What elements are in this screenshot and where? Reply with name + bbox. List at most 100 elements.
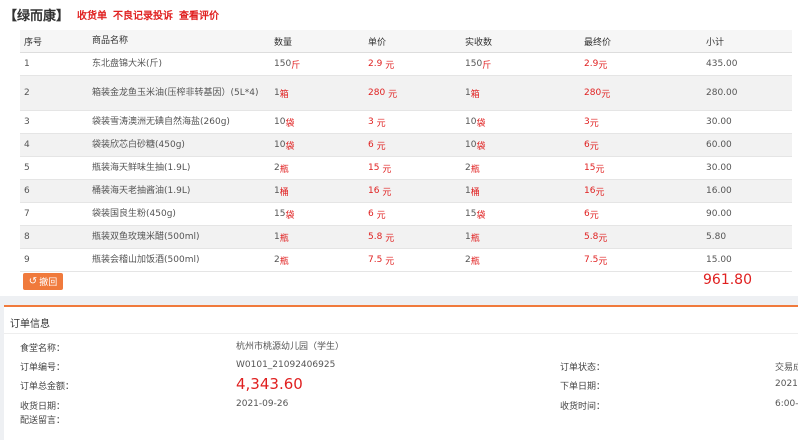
cell-received: 10 袋 (465, 111, 485, 133)
col-received: 实收数 (465, 37, 493, 48)
cell-price: 6 元 (368, 134, 386, 156)
cell-seq: 9 (24, 255, 30, 265)
cell-subtotal: 15.00 (706, 255, 732, 265)
final-unit: 元 (595, 187, 605, 198)
qty-unit: 瓶 (279, 164, 289, 175)
price-value: 2.9 (368, 59, 383, 69)
cell-seq: 4 (24, 140, 30, 150)
recv-unit: 瓶 (470, 233, 480, 244)
cell-received: 1箱 (465, 76, 480, 110)
col-name: 商品名称 (92, 36, 129, 46)
table-row: 6 桶装海天老抽酱油(1.9L) 1 桶 16 元 1 桶 16 元 16.00 (20, 180, 792, 203)
qty-value: 15 (274, 209, 286, 219)
table-row: 4 袋装欣芯白砂糖(450g) 10 袋 6 元 10 袋 6 元 60.00 (20, 134, 792, 157)
recv-unit: 斤 (482, 60, 492, 71)
cell-qty: 150 斤 (274, 53, 300, 75)
final-unit: 元 (598, 256, 608, 267)
cell-seq: 7 (24, 209, 30, 219)
qty-unit: 斤 (291, 60, 301, 71)
col-subtotal: 小计 (706, 37, 725, 48)
cell-subtotal: 280.00 (706, 88, 738, 98)
cell-final-price: 280 元 (584, 76, 610, 110)
price-unit: 元 (385, 256, 395, 267)
receive-date-value: 2021-09-26 (236, 399, 289, 409)
divider (4, 333, 798, 334)
final-unit: 元 (598, 233, 608, 244)
recv-unit: 袋 (476, 118, 486, 129)
final-unit: 元 (589, 210, 599, 221)
final-unit: 元 (589, 141, 599, 152)
canteen-value: 杭州市桃源幼儿园（学生） (236, 342, 345, 352)
price-unit: 元 (382, 187, 392, 198)
undo-icon: ↺ (28, 276, 38, 287)
qty-unit: 桶 (279, 187, 289, 198)
review-link[interactable]: 查看评价 (179, 7, 219, 22)
cell-name: 瓶装海天鲜味生抽(1.9L) (92, 163, 191, 173)
cell-price: 6 元 (368, 203, 386, 225)
recv-unit: 箱 (470, 89, 480, 100)
cell-qty: 10 袋 (274, 134, 294, 156)
cell-price: 5.8 元 (368, 226, 394, 248)
qty-unit: 箱 (279, 89, 289, 100)
cell-final-price: 7.5 元 (584, 249, 607, 271)
cell-price: 280 元 (368, 76, 397, 110)
undo-button[interactable]: ↺ 撤回 (23, 273, 63, 290)
complaint-link[interactable]: 不良记录投诉 (113, 7, 173, 22)
qty-value: 10 (274, 117, 286, 127)
table-row: 8 瓶装双鱼玫瑰米醋(500ml) 1 瓶 5.8 元 1 瓶 5.8 元 5.80 (20, 226, 792, 249)
price-unit: 元 (376, 141, 386, 152)
delivery-note-label: 配送留言： (20, 416, 66, 426)
price-value: 7.5 (368, 255, 383, 265)
total-amount: 961.80 (703, 272, 752, 288)
cell-price: 16 元 (368, 180, 391, 202)
goods-table: 序号 商品名称 数量 单价 实收数 最终价 小计 1 东北盘锦大米(斤) 150 斤 2… (20, 30, 792, 272)
price-value: 280 (368, 88, 386, 98)
final-value: 2.9 (584, 59, 599, 69)
col-qty: 数量 (274, 37, 293, 48)
col-final-price: 最终价 (584, 37, 612, 48)
cell-qty: 1箱 (274, 76, 289, 110)
cell-subtotal: 16.00 (706, 186, 732, 196)
cell-name: 瓶装双鱼玫瑰米醋(500ml) (92, 232, 200, 242)
table-row: 7 袋装国良生粉(450g) 15 袋 6 元 15 袋 6 元 90.00 (20, 203, 792, 226)
cell-qty: 15 袋 (274, 203, 294, 225)
qty-unit: 袋 (285, 118, 295, 129)
canteen-label: 食堂名称： (20, 344, 66, 354)
order-status-value: 交易成 (775, 363, 798, 373)
price-value: 3 (368, 117, 374, 127)
cell-price: 2.9 元 (368, 53, 394, 75)
cell-qty: 10 袋 (274, 111, 294, 133)
price-value: 5.8 (368, 232, 383, 242)
cell-seq: 1 (24, 59, 30, 69)
cell-final-price: 6元 (584, 203, 599, 225)
price-unit: 元 (382, 164, 392, 175)
table-row: 5 瓶装海天鲜味生抽(1.9L) 2 瓶 15 元 2 瓶 15 元 30.00 (20, 157, 792, 180)
price-value: 6 (368, 140, 374, 150)
price-value: 15 (368, 163, 380, 173)
recv-value: 10 (465, 140, 477, 150)
cell-subtotal: 435.00 (706, 59, 738, 69)
order-info-title: 订单信息 (10, 319, 50, 330)
final-unit: 元 (598, 60, 608, 71)
qty-unit: 瓶 (279, 233, 289, 244)
receipt-link[interactable]: 收货单 (77, 7, 107, 22)
recv-unit: 袋 (476, 210, 486, 221)
final-value: 16 (584, 186, 596, 196)
cell-received: 10 袋 (465, 134, 485, 156)
cell-name: 桶装海天老抽酱油(1.9L) (92, 186, 191, 196)
cell-name: 袋装雪涛澳洲无碘自然海盐(260g) (92, 117, 230, 127)
cell-received: 2瓶 (465, 249, 480, 271)
cell-qty: 1瓶 (274, 226, 289, 248)
cell-name: 东北盘锦大米(斤) (92, 59, 163, 69)
final-unit: 元 (601, 89, 611, 100)
price-unit: 元 (376, 210, 386, 221)
cell-final-price: 5.8 元 (584, 226, 607, 248)
recv-unit: 瓶 (470, 164, 480, 175)
receive-date-label: 收货日期： (20, 402, 66, 412)
final-value: 5.8 (584, 232, 599, 242)
cell-qty: 2瓶 (274, 157, 289, 179)
cell-seq: 5 (24, 163, 30, 173)
price-value: 16 (368, 186, 380, 196)
cell-price: 15 元 (368, 157, 391, 179)
order-date-value: 2021- (775, 379, 798, 389)
